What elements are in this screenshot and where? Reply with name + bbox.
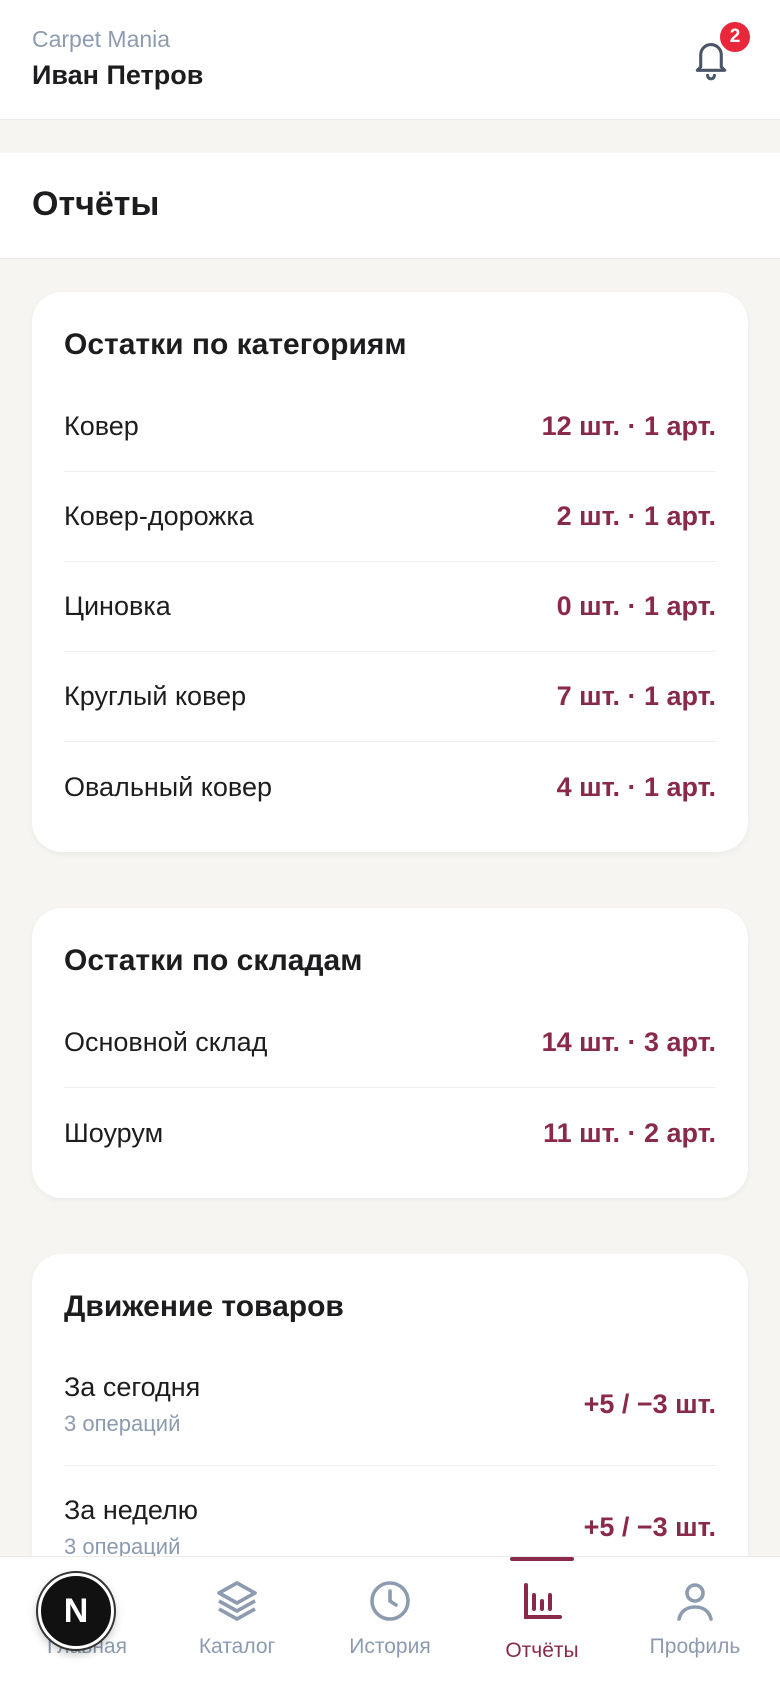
nav-item-history[interactable]: История: [315, 1557, 465, 1688]
row-subtitle: 3 операций: [64, 1533, 181, 1557]
card-title: Движение товаров: [64, 1290, 344, 1323]
row-subtitle: 3 операций: [64, 1411, 181, 1436]
warehouses-card: Остатки по складам Основной склад 14 шт.…: [32, 908, 748, 1198]
row-label: Шоурум: [64, 1117, 164, 1148]
top-bar: Carpet Mania Иван Петров 2: [0, 0, 780, 120]
nav-item-reports[interactable]: Отчёты: [467, 1557, 617, 1688]
row-value: 0 шт. · 1 арт.: [556, 591, 716, 621]
row-label: За сегодня: [64, 1372, 201, 1402]
bar-chart-icon: [518, 1577, 566, 1625]
list-item[interactable]: Основной склад 14 шт. · 3 арт.: [64, 998, 716, 1088]
row-value: 2 шт. · 1 арт.: [556, 501, 716, 531]
card-title: Остатки по категориям: [64, 328, 407, 361]
notification-badge: 2: [718, 20, 752, 54]
nav-item-profile[interactable]: Профиль: [620, 1557, 770, 1688]
content-area[interactable]: Остатки по категориям Ковер 12 шт. · 1 а…: [0, 259, 780, 1556]
layers-icon: [213, 1577, 261, 1625]
row-label: Основной склад: [64, 1027, 268, 1057]
nav-label: Профиль: [649, 1635, 741, 1658]
list-item[interactable]: Ковер-дорожка 2 шт. · 1 арт.: [64, 472, 716, 562]
list-item[interactable]: Овальный ковер 4 шт. · 1 арт.: [64, 742, 716, 852]
row-label: Овальный ковер: [64, 771, 272, 802]
row-value: 14 шт. · 3 арт.: [541, 1027, 716, 1057]
row-label: Циновка: [64, 591, 171, 621]
nav-label: Отчёты: [505, 1639, 579, 1662]
bottom-nav: Главная Каталог История: [0, 1556, 780, 1688]
list-item[interactable]: Шоурум 11 шт. · 2 арт.: [64, 1088, 716, 1198]
nav-label: История: [349, 1635, 431, 1658]
row-label: Круглый ковер: [64, 681, 247, 711]
row-value: +5 / −3 шт.: [583, 1389, 716, 1419]
active-indicator: [510, 1557, 574, 1561]
page-header: Отчёты: [0, 153, 780, 259]
list-item[interactable]: Круглый ковер 7 шт. · 1 арт.: [64, 652, 716, 742]
app-logo-button[interactable]: N: [36, 1571, 116, 1651]
row-value: +5 / −3 шт.: [583, 1511, 716, 1542]
page-title: Отчёты: [32, 185, 160, 223]
row-label: За неделю: [64, 1494, 199, 1525]
list-item[interactable]: Циновка 0 шт. · 1 арт.: [64, 562, 716, 652]
nav-item-catalog[interactable]: Каталог: [162, 1557, 312, 1688]
categories-card: Остатки по категориям Ковер 12 шт. · 1 а…: [32, 292, 748, 852]
movement-card: Движение товаров За сегодня 3 операций +…: [32, 1254, 748, 1556]
row-value: 11 шт. · 2 арт.: [543, 1117, 716, 1148]
row-value: 4 шт. · 1 арт.: [556, 771, 716, 802]
row-value: 12 шт. · 1 арт.: [541, 411, 716, 441]
user-icon: [671, 1577, 719, 1625]
list-item[interactable]: Ковер 12 шт. · 1 арт.: [64, 382, 716, 472]
list-item[interactable]: За неделю 3 операций +5 / −3 шт.: [64, 1466, 716, 1557]
row-label: Ковер-дорожка: [64, 501, 254, 531]
row-value: 7 шт. · 1 арт.: [556, 681, 716, 711]
nav-label: Каталог: [198, 1635, 276, 1658]
card-title: Остатки по складам: [64, 944, 363, 977]
clock-icon: [366, 1577, 414, 1625]
user-name: Иван Петров: [32, 60, 204, 90]
brand-name: Carpet Mania: [32, 26, 171, 52]
list-item[interactable]: За сегодня 3 операций +5 / −3 шт.: [64, 1344, 716, 1466]
row-label: Ковер: [64, 411, 139, 441]
